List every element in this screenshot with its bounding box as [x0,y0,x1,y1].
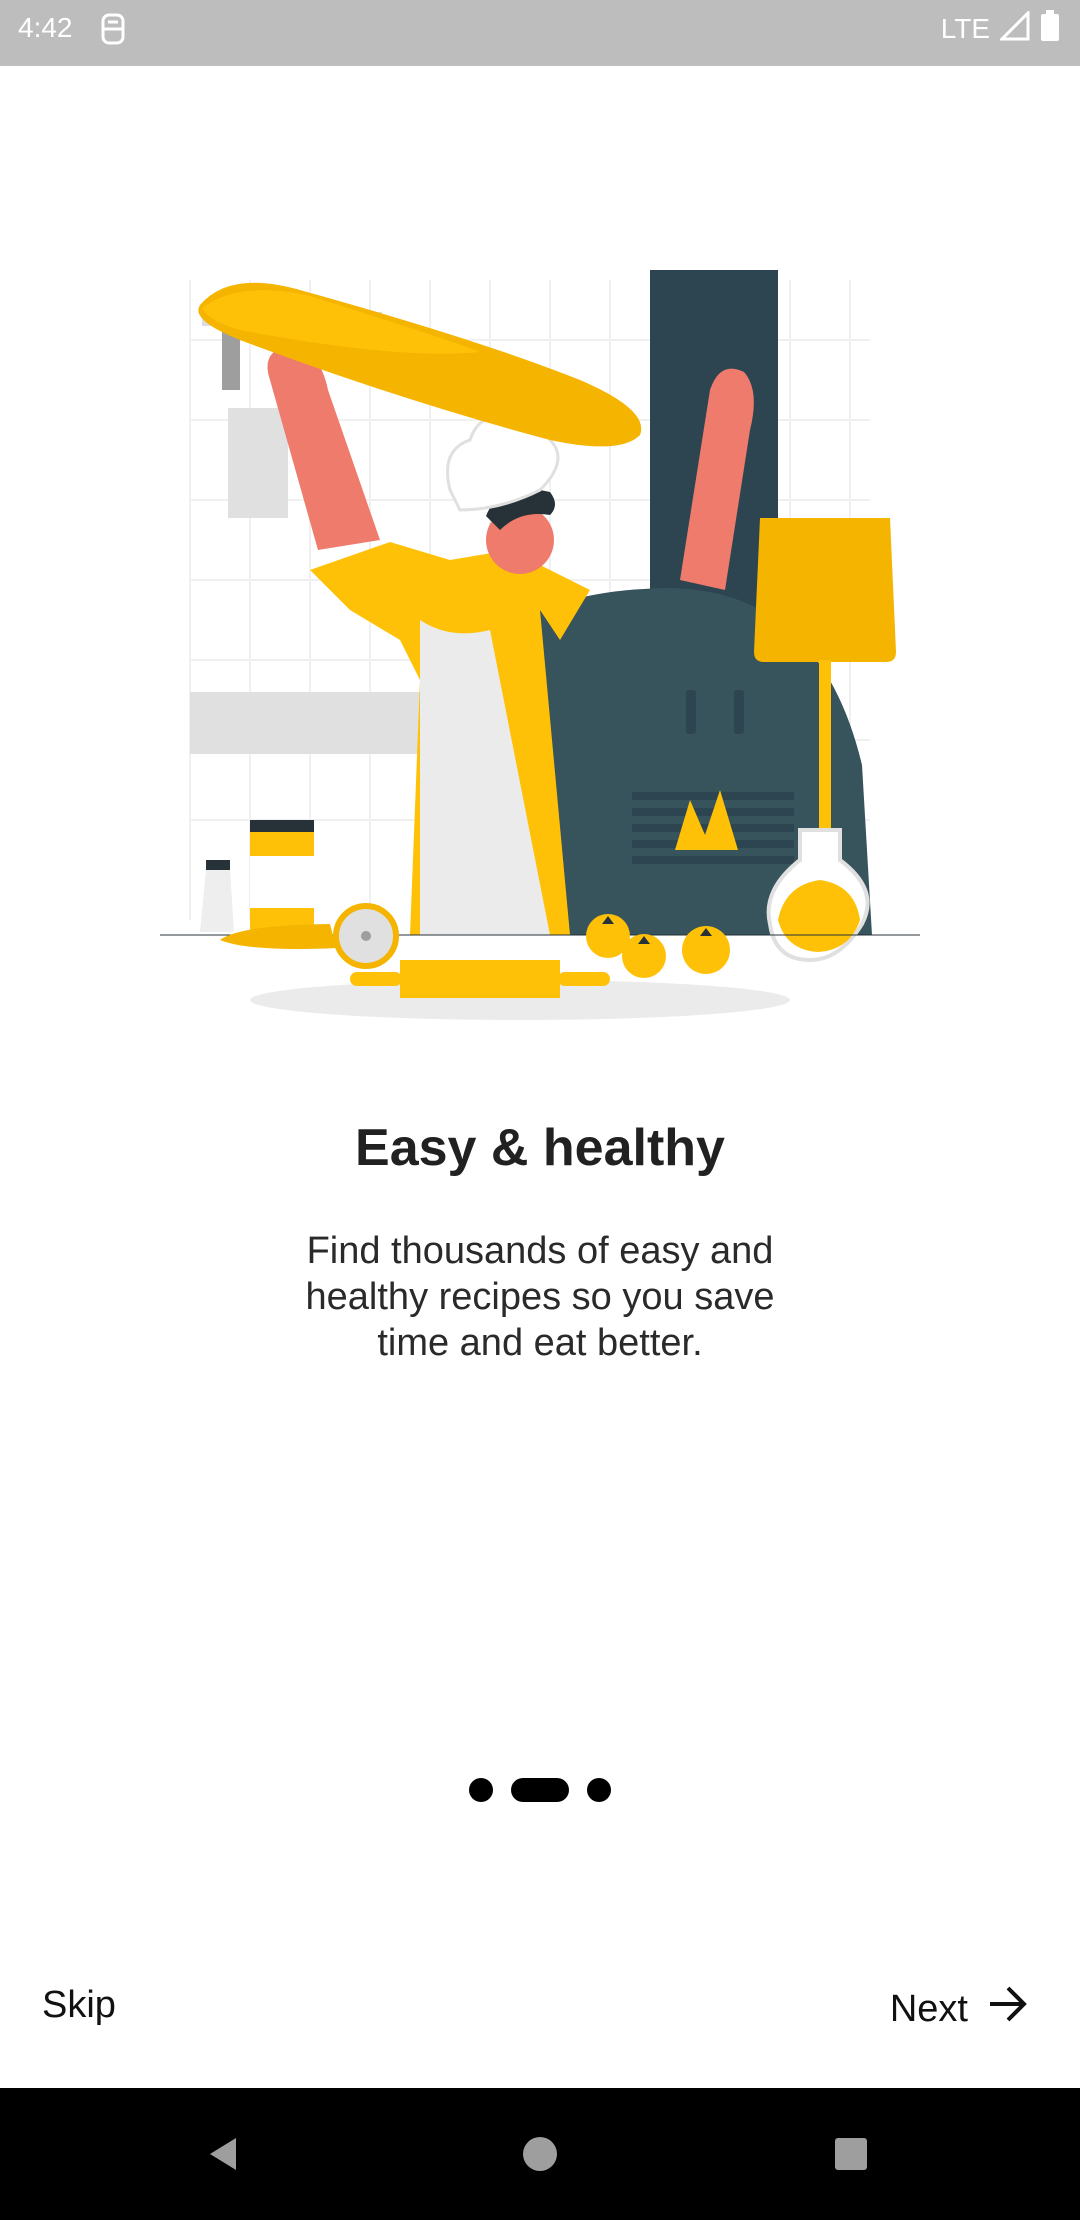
skip-button[interactable]: Skip [42,1984,116,2027]
next-button[interactable]: Next [890,1984,1030,2034]
system-nav-bar [0,2088,1080,2220]
page-dot-2-active[interactable] [511,1778,569,1802]
app-notification-icon [100,12,126,51]
chef-illustration [150,260,930,1020]
page-dot-1[interactable] [469,1778,493,1802]
back-icon[interactable] [164,2088,284,2220]
page-indicator [0,1778,1080,1802]
home-icon[interactable] [480,2088,600,2220]
onboarding-description: Find thousands of easy and healthy recip… [305,1230,775,1364]
next-label: Next [889,1987,968,2030]
status-bar: 4:42 LTE [0,0,1080,66]
battery-icon [1040,10,1060,47]
recents-icon[interactable] [791,2088,911,2220]
arrow-right-icon [986,1984,1030,2034]
signal-icon [998,9,1030,46]
status-time: 4:42 [18,12,73,43]
page-dot-3[interactable] [587,1778,611,1802]
network-type: LTE [940,12,990,44]
onboarding-title: Easy & healthy [355,1119,725,1177]
